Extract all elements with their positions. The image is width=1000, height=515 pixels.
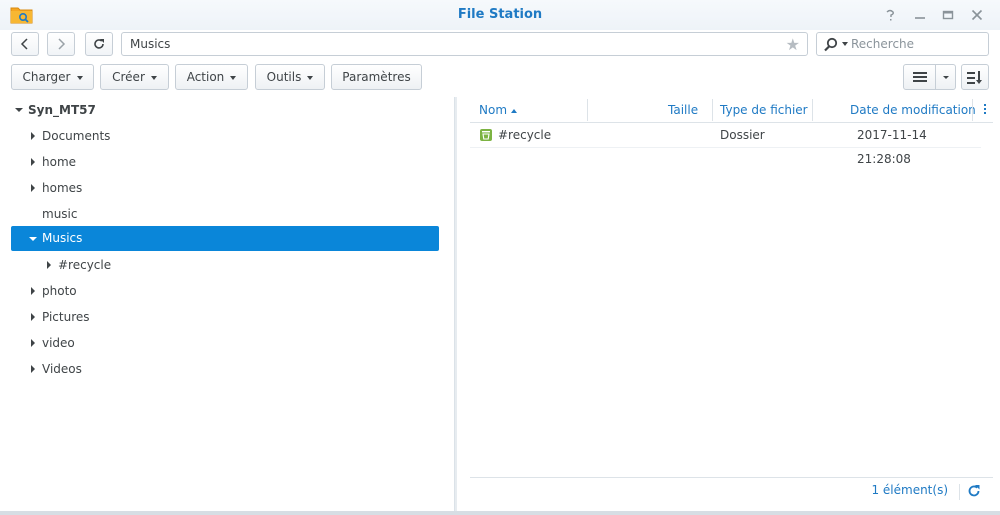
tree-item-label: homes: [42, 181, 83, 195]
tree-item-home[interactable]: home: [11, 149, 439, 175]
favorite-star-icon[interactable]: ★: [786, 35, 800, 54]
chevron-right-icon: [58, 38, 66, 50]
settings-button-label: Paramètres: [342, 70, 411, 84]
chevron-right-icon[interactable]: [31, 158, 35, 166]
column-divider[interactable]: [587, 99, 588, 121]
title-bar: File Station: [0, 0, 1000, 30]
tools-button[interactable]: Outils: [255, 64, 325, 90]
tree-item-label: Documents: [42, 129, 111, 143]
window-title: File Station: [457, 7, 543, 22]
recycle-bin-folder-icon: [479, 128, 493, 142]
action-button-label: Action: [186, 70, 225, 84]
path-bar[interactable]: Musics ★: [121, 32, 808, 56]
search-options-chevron-icon[interactable]: [842, 42, 848, 46]
tree-item-music[interactable]: music: [11, 201, 439, 227]
refresh-icon[interactable]: [967, 484, 981, 501]
chevron-right-icon[interactable]: [31, 132, 35, 140]
window-bottom-edge: [0, 511, 1000, 515]
column-header-modified[interactable]: Date de modification: [850, 97, 976, 123]
tree-item-musics[interactable]: Musics: [11, 226, 439, 251]
tree-root-item[interactable]: Syn_MT57: [11, 97, 439, 123]
chevron-right-icon[interactable]: [31, 339, 35, 347]
create-button-label: Créer: [112, 70, 145, 84]
chevron-right-icon[interactable]: [31, 365, 35, 373]
chevron-down-icon: [942, 76, 949, 79]
status-bar: 1 élément(s): [470, 477, 993, 503]
forward-button[interactable]: [47, 32, 75, 56]
column-header-type[interactable]: Type de fichier: [720, 97, 808, 123]
column-divider[interactable]: [712, 99, 713, 121]
tree-root-label: Syn_MT57: [28, 103, 96, 117]
chevron-down-icon[interactable]: [15, 108, 23, 112]
chevron-down-icon: [150, 75, 157, 80]
chevron-right-icon[interactable]: [31, 313, 35, 321]
column-menu-icon[interactable]: [984, 104, 987, 116]
panel-splitter[interactable]: [454, 97, 457, 512]
file-modified: 2017-11-14 21:28:08: [857, 128, 927, 166]
tree-item-recycle[interactable]: #recycle: [11, 252, 439, 278]
tree-item-label: Videos: [42, 362, 82, 376]
item-count: 1 élément(s): [871, 483, 948, 497]
tools-button-label: Outils: [266, 70, 302, 84]
upload-button[interactable]: Charger: [11, 64, 94, 90]
file-type: Dossier: [720, 128, 765, 142]
chevron-left-icon: [20, 38, 28, 50]
refresh-icon: [94, 39, 104, 49]
close-icon[interactable]: [967, 5, 987, 25]
chevron-right-icon[interactable]: [31, 184, 35, 192]
chevron-down-icon: [230, 75, 237, 80]
tree-item-label: Musics: [42, 231, 83, 245]
sort-icon: [967, 71, 982, 84]
chevron-right-icon[interactable]: [31, 287, 35, 295]
tree-item-video[interactable]: video: [11, 330, 439, 356]
maximize-icon[interactable]: [938, 5, 958, 25]
view-mode-dropdown[interactable]: [935, 64, 956, 90]
tree-item-label: video: [42, 336, 75, 350]
chevron-down-icon: [76, 75, 83, 80]
list-view-icon: [912, 72, 927, 82]
chevron-right-icon[interactable]: [47, 261, 51, 269]
settings-button[interactable]: Paramètres: [331, 64, 422, 90]
tree-item-photo[interactable]: photo: [11, 278, 439, 304]
tree-item-label: home: [42, 155, 77, 169]
tree-item-label: music: [42, 207, 78, 221]
search-box[interactable]: [816, 32, 989, 56]
tree-item-documents[interactable]: Documents: [11, 123, 439, 149]
search-input[interactable]: [851, 35, 985, 53]
chevron-down-icon[interactable]: [29, 237, 37, 241]
chevron-down-icon: [307, 75, 314, 80]
status-divider: [959, 484, 960, 500]
column-divider[interactable]: [972, 99, 973, 121]
search-icon[interactable]: [823, 37, 839, 56]
tree-item-label: #recycle: [58, 258, 112, 272]
help-icon[interactable]: [880, 5, 900, 25]
tree-item-videos[interactable]: Videos: [11, 356, 439, 382]
current-path: Musics: [130, 37, 171, 51]
view-mode-button[interactable]: [903, 64, 936, 90]
column-divider[interactable]: [812, 99, 813, 121]
column-header-size[interactable]: Taille: [668, 97, 698, 123]
folder-tree: Syn_MT57 Documents home homes music Musi…: [0, 97, 454, 512]
back-button[interactable]: [11, 32, 39, 56]
column-header-name[interactable]: Nom: [479, 97, 518, 123]
create-button[interactable]: Créer: [100, 64, 169, 90]
sort-button[interactable]: [961, 64, 989, 90]
file-grid-header: Nom Taille Type de fichier Date de modif…: [470, 97, 993, 123]
column-header-name-label: Nom: [479, 103, 508, 117]
tree-item-label: photo: [42, 284, 77, 298]
upload-button-label: Charger: [22, 70, 71, 84]
action-button[interactable]: Action: [175, 64, 248, 90]
tree-item-pictures[interactable]: Pictures: [11, 304, 439, 330]
sort-ascending-icon: [511, 108, 518, 113]
file-name: #recycle: [498, 128, 552, 142]
tree-item-label: Pictures: [42, 310, 90, 324]
refresh-button[interactable]: [85, 32, 113, 56]
tree-item-homes[interactable]: homes: [11, 175, 439, 201]
file-row[interactable]: #recycle Dossier 2017-11-14 21:28:08: [470, 123, 981, 166]
minimize-icon[interactable]: [910, 5, 930, 25]
